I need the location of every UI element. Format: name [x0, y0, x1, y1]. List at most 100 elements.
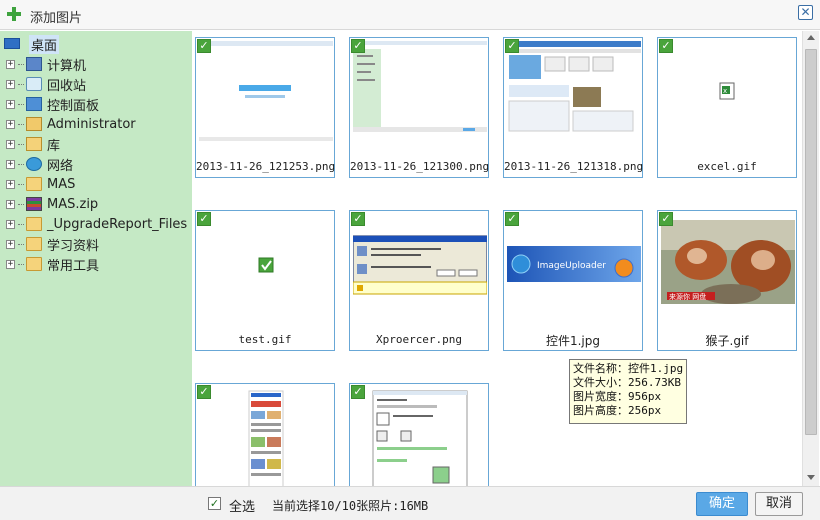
- folder-icon: [26, 257, 42, 271]
- checkbox-checked-icon[interactable]: ✓: [659, 39, 673, 53]
- image-card[interactable]: ✓ 来源你 网盘 猴子.gif: [657, 210, 797, 351]
- tree-item-study[interactable]: + 学习资料: [6, 235, 100, 254]
- image-card[interactable]: ✓ 2013-11-26_121253.png: [195, 37, 335, 178]
- expand-icon[interactable]: +: [6, 59, 15, 69]
- file-name: test.gif: [238, 333, 292, 346]
- checkbox-checked-icon[interactable]: ✓: [351, 39, 365, 53]
- screenshot-thumbnail: [353, 41, 487, 141]
- scroll-up-arrow-icon[interactable]: [807, 35, 815, 40]
- image-card[interactable]: ✓ 2013-11-26_121300.png: [349, 37, 489, 178]
- folder-icon: [26, 237, 42, 251]
- dialog-title: 添加图片: [30, 11, 83, 26]
- dialog-screenshot-thumbnail: [353, 214, 487, 314]
- selection-status: 当前选择10/10张照片:16MB: [272, 499, 429, 513]
- image-card[interactable]: ✓: [195, 383, 335, 486]
- tree-item-control-panel[interactable]: + 控制面板: [6, 95, 100, 114]
- tree-item-recycle-bin[interactable]: + 回收站: [6, 75, 86, 94]
- scroll-thumb[interactable]: [805, 49, 817, 435]
- image-card[interactable]: ✓: [349, 383, 489, 486]
- scroll-down-arrow-icon[interactable]: [807, 475, 815, 480]
- title-bar: 添加图片 ✕: [0, 0, 820, 30]
- expand-icon[interactable]: +: [6, 259, 15, 269]
- file-name: excel.gif: [697, 160, 757, 173]
- image-card[interactable]: ✓ x excel.gif: [657, 37, 797, 178]
- expand-icon[interactable]: +: [6, 119, 15, 129]
- tree-item-label: 学习资料: [47, 238, 100, 254]
- expand-icon[interactable]: +: [6, 179, 15, 189]
- tree-item-label: 计算机: [47, 58, 87, 74]
- tree-item-label: 桌面: [29, 34, 60, 54]
- file-name: 2013-11-26_121300.png: [350, 160, 490, 173]
- dialog-footer: ✓ 全选 当前选择10/10张照片:16MB 确定 取消: [0, 486, 820, 520]
- monitor-icon: [4, 37, 20, 49]
- svg-text:x: x: [723, 87, 727, 95]
- screenshot-thumbnail: [199, 41, 333, 141]
- screenshot-thumbnail: [507, 41, 641, 141]
- checkbox-checked-icon[interactable]: ✓: [351, 212, 365, 226]
- tree-item-label: 网络: [47, 158, 74, 174]
- tree-item-label: _UpgradeReport_Files: [47, 216, 188, 232]
- image-card[interactable]: ✓ Xproercer.png: [349, 210, 489, 351]
- excel-file-icon: x: [661, 41, 795, 141]
- user-folder-icon: [26, 117, 42, 131]
- checkbox-checked-icon[interactable]: ✓: [659, 212, 673, 226]
- tree-item-upgrade-report[interactable]: + _UpgradeReport_Files: [6, 215, 187, 233]
- tooltip-image-height: 图片高度：256px: [573, 404, 662, 417]
- select-all-label[interactable]: 全选: [229, 496, 255, 515]
- tree-item-computer[interactable]: + 计算机: [6, 55, 87, 74]
- close-button[interactable]: ✕: [798, 5, 813, 20]
- image-card[interactable]: ✓ test.gif: [195, 210, 335, 351]
- tree-item-tools[interactable]: + 常用工具: [6, 255, 100, 274]
- expand-icon[interactable]: +: [6, 199, 15, 209]
- image-card[interactable]: ✓ ImageUploader 控件1.jpg: [503, 210, 643, 351]
- checkbox-checked-icon[interactable]: ✓: [197, 39, 211, 53]
- tooltip-file-name: 文件名称：控件1.jpg: [573, 362, 684, 375]
- expand-icon[interactable]: +: [6, 79, 15, 89]
- file-name: 控件1.jpg: [545, 334, 601, 348]
- tree-item-label: MAS.zip: [47, 196, 99, 212]
- tree-item-label: 常用工具: [47, 258, 100, 274]
- cancel-button[interactable]: 取消: [755, 492, 803, 516]
- tree-item-network[interactable]: + 网络: [6, 155, 74, 174]
- computer-icon: [26, 57, 42, 71]
- file-name: 2013-11-26_121318.png: [504, 160, 644, 173]
- tooltip-file-size: 文件大小：256.73KB: [573, 376, 681, 389]
- tree-item-label: 库: [47, 138, 61, 154]
- image-uploader-banner-thumbnail: ImageUploader: [507, 214, 641, 314]
- image-grid: ✓ 2013-11-26_121253.png ✓ 2013-11-26_121…: [193, 31, 802, 486]
- file-name: Xproercer.png: [375, 333, 463, 346]
- tree-item-label: 控制面板: [47, 98, 100, 114]
- zip-archive-icon: [26, 197, 42, 211]
- control-panel-icon: [26, 97, 42, 111]
- tree-item-label: MAS: [47, 176, 76, 192]
- expand-icon[interactable]: +: [6, 219, 15, 229]
- checkmark-image-thumbnail: [199, 214, 333, 314]
- image-card[interactable]: ✓ 2013-11-26_121318.png: [503, 37, 643, 178]
- checkbox-checked-icon[interactable]: ✓: [505, 39, 519, 53]
- expand-icon[interactable]: +: [6, 139, 15, 149]
- checkbox-checked-icon[interactable]: ✓: [351, 385, 365, 399]
- expand-icon[interactable]: +: [6, 159, 15, 169]
- tree-item-library[interactable]: + 库: [6, 135, 61, 154]
- network-icon: [26, 157, 42, 171]
- select-all-checkbox[interactable]: ✓: [208, 497, 221, 510]
- confirm-button[interactable]: 确定: [696, 492, 748, 516]
- expand-icon[interactable]: +: [6, 239, 15, 249]
- tree-item-desktop[interactable]: 桌面: [4, 34, 60, 54]
- expand-icon[interactable]: +: [6, 99, 15, 109]
- tree-item-mas[interactable]: + MAS: [6, 175, 75, 193]
- recycle-bin-icon: [26, 77, 42, 91]
- photo-caption: 来源你 网盘: [669, 292, 706, 301]
- folder-icon: [26, 217, 42, 231]
- vertical-scrollbar[interactable]: [802, 31, 819, 486]
- library-icon: [26, 137, 42, 151]
- webpage-screenshot-thumbnail: [199, 387, 333, 486]
- checkbox-checked-icon[interactable]: ✓: [197, 212, 211, 226]
- tree-item-administrator[interactable]: + Administrator: [6, 115, 136, 133]
- add-icon: [6, 6, 22, 22]
- tree-item-mas-zip[interactable]: + MAS.zip: [6, 195, 98, 213]
- tree-item-label: Administrator: [47, 116, 136, 132]
- file-name: 猴子.gif: [705, 334, 749, 348]
- checkbox-checked-icon[interactable]: ✓: [197, 385, 211, 399]
- checkbox-checked-icon[interactable]: ✓: [505, 212, 519, 226]
